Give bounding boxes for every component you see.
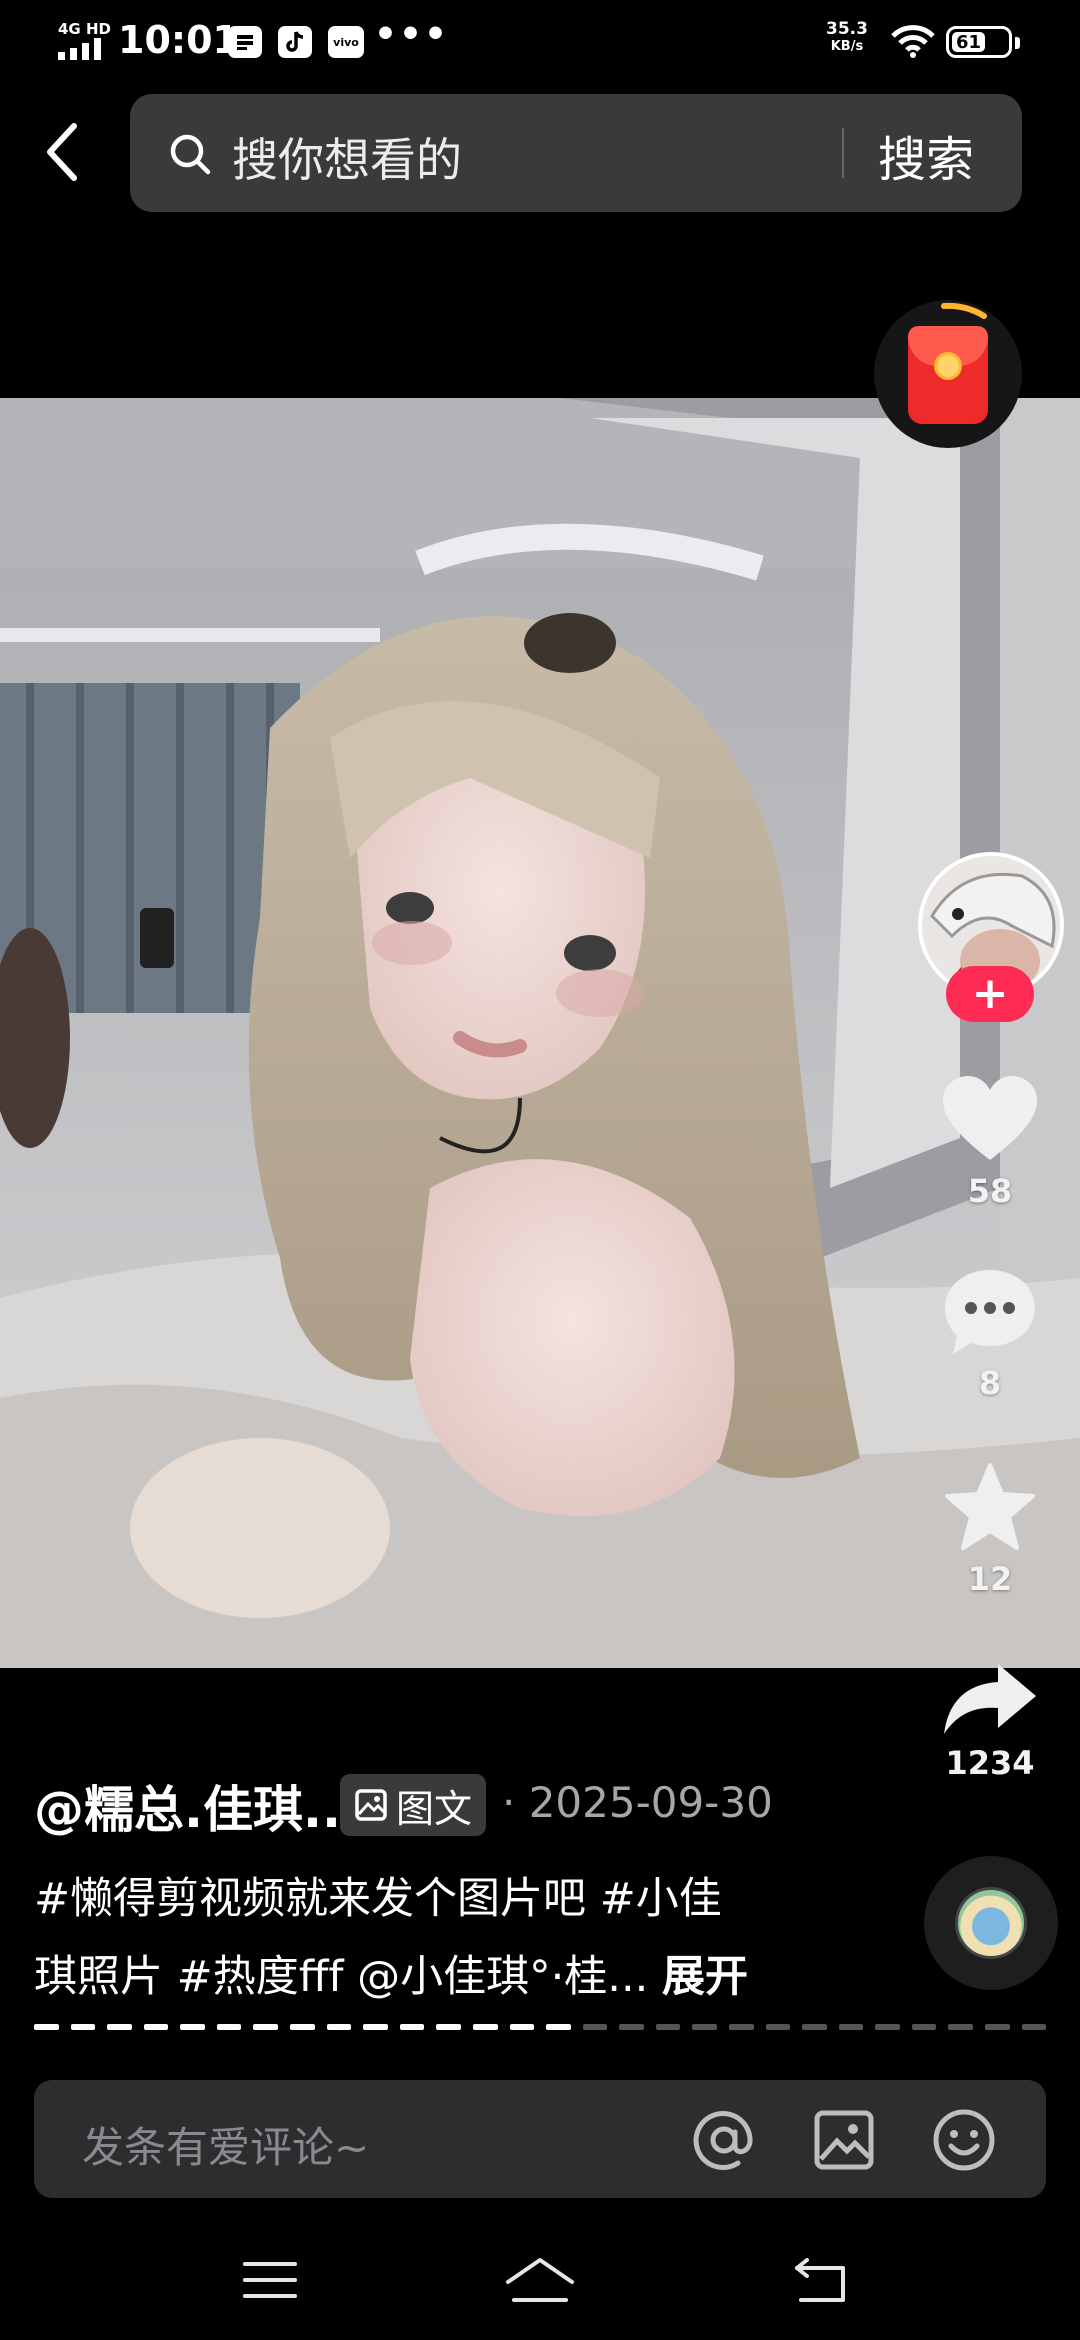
more-notifications: ••• — [374, 14, 450, 55]
image-progress-indicator — [34, 2024, 1047, 2030]
progress-segment — [802, 2024, 827, 2030]
progress-segment — [692, 2024, 717, 2030]
clock: 10:01 — [118, 18, 239, 62]
at-sign-icon — [693, 2111, 753, 2170]
music-cover-icon — [955, 1887, 1027, 1959]
progress-segment — [253, 2024, 279, 2030]
favorite-button[interactable]: 12 — [920, 1462, 1060, 1598]
signal-icon — [58, 38, 101, 60]
net-speed: 35.3 KB/s — [826, 20, 868, 56]
progress-segment — [290, 2024, 315, 2030]
progress-segment — [34, 2024, 59, 2030]
net-speed-unit: KB/s — [830, 39, 864, 54]
share-arrow-icon — [944, 1664, 1036, 1734]
wifi-icon — [891, 25, 935, 58]
progress-segment — [436, 2024, 461, 2030]
back-nav-button[interactable] — [782, 2250, 862, 2310]
share-count: 1234 — [945, 1744, 1035, 1782]
comment-placeholder: 发条有爱评论~ — [82, 2123, 370, 2172]
search-icon — [170, 134, 211, 175]
progress-segment — [1021, 2024, 1047, 2030]
comment-input[interactable]: 发条有爱评论~ — [34, 2080, 1046, 2198]
comment-button[interactable]: 8 — [920, 1268, 1060, 1402]
back-button[interactable] — [36, 116, 88, 188]
red-packet-button[interactable] — [874, 300, 1022, 448]
share-button[interactable]: 1234 — [920, 1660, 1060, 1782]
like-count: 58 — [967, 1172, 1013, 1210]
post-image[interactable] — [0, 398, 1080, 1668]
music-disc-button[interactable] — [924, 1856, 1058, 1990]
progress-segment — [546, 2024, 571, 2030]
home-nav-button[interactable] — [500, 2250, 580, 2310]
caption-line-1: #懒得剪视频就来发个图片吧 #小佳 — [34, 1874, 722, 1924]
progress-segment — [875, 2024, 900, 2030]
heart-icon — [943, 1076, 1037, 1160]
battery-icon: 61 — [946, 26, 1012, 58]
emoji-button[interactable] — [932, 2108, 996, 2172]
menu-icon — [243, 2262, 297, 2298]
back-arrow-icon — [795, 2258, 845, 2302]
progress-segment — [619, 2024, 644, 2030]
photo-illustration — [0, 398, 1080, 1668]
post-date: · 2025-09-30 — [502, 1778, 773, 1827]
search-input[interactable]: 搜你想看的 — [232, 124, 462, 190]
progress-segment — [728, 2024, 754, 2030]
progress-segment — [838, 2024, 864, 2030]
progress-segment — [180, 2024, 205, 2030]
status-bar: 4G HD 10:01 vivo ••• 35.3 KB/s 61 — [0, 0, 1080, 84]
progress-segment — [765, 2024, 791, 2030]
progress-segment — [911, 2024, 937, 2030]
comment-bubble-icon — [945, 1270, 1035, 1354]
progress-segment — [143, 2024, 169, 2030]
image-icon — [355, 1789, 387, 1821]
post-type-badge: 图文 — [340, 1774, 486, 1836]
progress-segment — [326, 2024, 352, 2030]
progress-segment — [655, 2024, 681, 2030]
author-name[interactable]: @糯总.佳琪... — [34, 1770, 360, 1842]
smiley-icon — [933, 2109, 995, 2171]
chevron-left-icon — [47, 123, 77, 181]
progress-segment — [582, 2024, 608, 2030]
caption-line-2: 琪照片 #热度fff @小佳琪°·桂... 展开 — [34, 1938, 754, 2016]
mention-button[interactable] — [692, 2108, 756, 2172]
caption-line-2-text: 琪照片 #热度fff @小佳琪°·桂... — [34, 1952, 662, 2002]
progress-segment — [985, 2024, 1010, 2030]
home-icon — [506, 2258, 574, 2302]
progress-segment — [948, 2024, 974, 2030]
star-icon — [945, 1463, 1035, 1550]
like-button[interactable]: 58 — [920, 1074, 1060, 1210]
network-type: 4G HD — [58, 20, 111, 38]
progress-segment — [70, 2024, 96, 2030]
favorite-count: 12 — [967, 1560, 1013, 1598]
system-nav-bar — [0, 2220, 1080, 2340]
net-speed-value: 35.3 — [826, 19, 868, 39]
search-bar[interactable]: 搜你想看的 搜索 — [130, 94, 1022, 212]
battery-tip — [1015, 37, 1020, 49]
follow-button[interactable]: + — [946, 966, 1034, 1022]
post-type-label: 图文 — [396, 1786, 473, 1831]
progress-segment — [399, 2024, 425, 2030]
vivo-icon: vivo — [328, 26, 364, 58]
image-upload-button[interactable] — [812, 2108, 876, 2172]
post-caption[interactable]: #懒得剪视频就来发个图片吧 #小佳 琪照片 #热度fff @小佳琪°·桂... … — [34, 1860, 754, 2016]
expand-button[interactable]: 展开 — [662, 1952, 748, 2002]
progress-segment — [509, 2024, 535, 2030]
progress-segment — [472, 2024, 498, 2030]
red-envelope-icon — [908, 326, 988, 424]
picture-icon — [814, 2110, 874, 2170]
sim-card-icon — [228, 26, 262, 58]
comment-count: 8 — [978, 1364, 1002, 1402]
menu-nav-button[interactable] — [230, 2250, 310, 2310]
progress-segment — [216, 2024, 242, 2030]
battery-level: 61 — [952, 32, 985, 53]
search-button[interactable]: 搜索 — [878, 120, 974, 190]
search-divider — [842, 128, 844, 178]
tiktok-icon — [278, 26, 312, 58]
progress-segment — [107, 2024, 132, 2030]
progress-segment — [363, 2024, 388, 2030]
